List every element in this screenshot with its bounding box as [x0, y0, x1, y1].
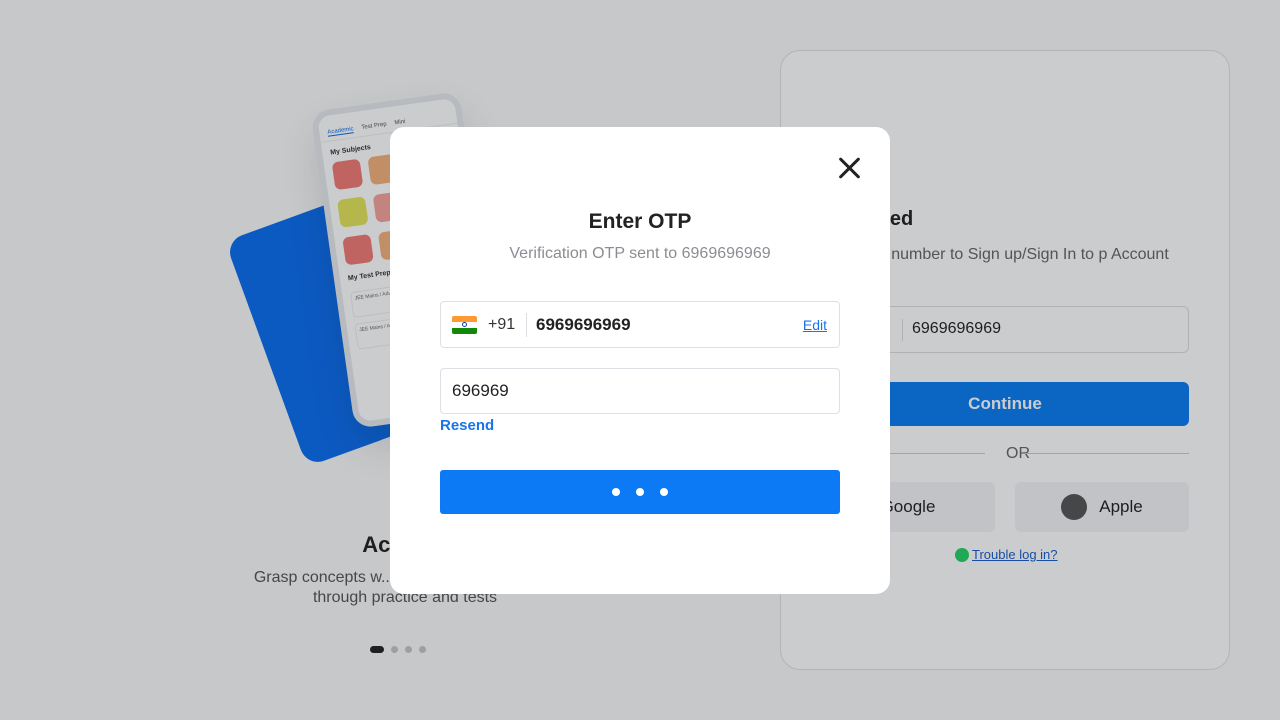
phone-number-field: +91 6969696969 Edit — [440, 301, 840, 348]
loading-dot-icon — [660, 488, 668, 496]
close-icon[interactable] — [836, 154, 864, 182]
otp-input[interactable] — [440, 368, 840, 414]
resend-otp-link[interactable]: Resend — [440, 417, 494, 434]
otp-modal: Enter OTP Verification OTP sent to 69696… — [390, 127, 890, 594]
field-divider — [526, 313, 527, 337]
loading-dot-icon — [612, 488, 620, 496]
modal-subtitle: Verification OTP sent to 6969696969 — [509, 245, 771, 262]
modal-title: Enter OTP — [588, 210, 692, 233]
edit-number-link[interactable]: Edit — [803, 317, 827, 333]
loading-dot-icon — [636, 488, 644, 496]
verify-otp-button[interactable] — [440, 470, 840, 514]
phone-number-value: 6969696969 — [536, 315, 631, 334]
country-code: +91 — [488, 316, 516, 333]
india-flag-icon — [452, 316, 477, 334]
